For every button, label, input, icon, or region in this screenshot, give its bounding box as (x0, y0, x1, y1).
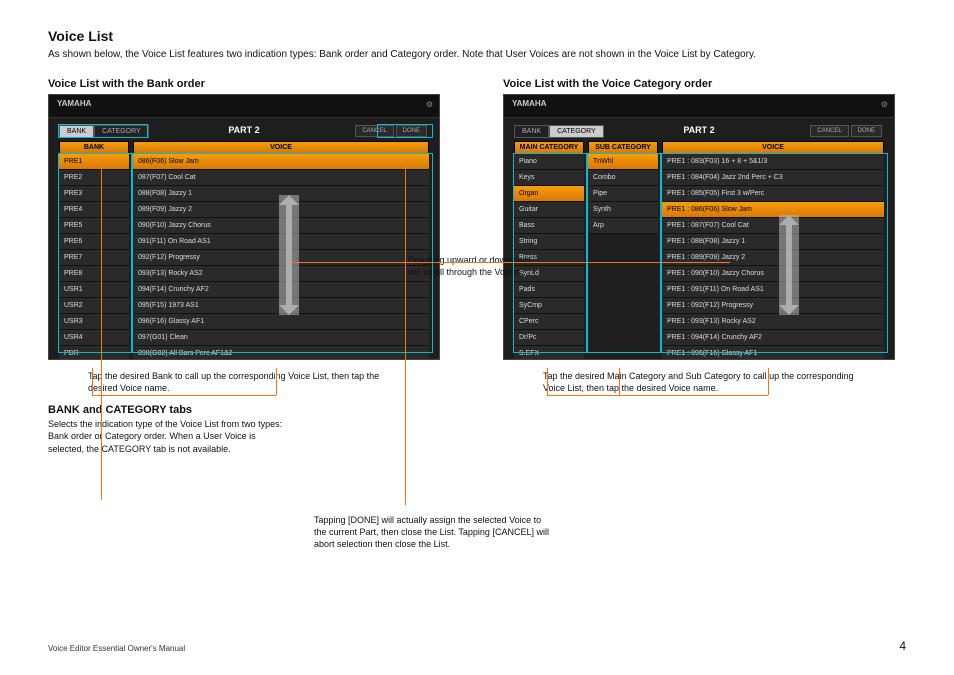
col-title-category: Voice List with the Voice Category order (503, 78, 906, 90)
screenshot-category: YAMAHA ⚙ PART 2 BANK CATEGORY CANCEL DON… (503, 94, 895, 360)
screenshot-bank: YAMAHA ⚙ PART 2 BANK CATEGORY CANCEL DON… (48, 94, 440, 360)
done-body: Tapping [DONE] will actually assign the … (314, 514, 554, 550)
voice-row[interactable]: PRE1 : 092(F12) Progressy (662, 298, 884, 314)
voice-row[interactable]: PRE1 : 096(F16) Glassy AF1 (662, 346, 884, 360)
cancel-button[interactable]: CANCEL (810, 125, 848, 137)
brand-label: YAMAHA (512, 99, 546, 108)
bank-row[interactable]: PRE2 (59, 170, 129, 186)
done-button[interactable]: DONE (396, 125, 427, 137)
intro-text: As shown below, the Voice List features … (48, 48, 906, 62)
bank-row[interactable]: PRE5 (59, 218, 129, 234)
gear-icon[interactable]: ⚙ (426, 100, 433, 109)
voice-row[interactable]: PRE1 : 090(F10) Jazzy Chorus (662, 266, 884, 282)
main-cat-header: MAIN CATEGORY (514, 141, 584, 154)
drag-arrow-icon (779, 215, 799, 315)
brand-label: YAMAHA (57, 99, 91, 108)
bank-row[interactable]: USR1 (59, 282, 129, 298)
bank-row[interactable]: PRE6 (59, 234, 129, 250)
done-button[interactable]: DONE (851, 125, 882, 137)
tap-bank-note: Tap the desired Bank to call up the corr… (88, 370, 388, 394)
sub-category-row[interactable]: Combo (588, 170, 658, 186)
bank-row[interactable]: PRE8 (59, 266, 129, 282)
bank-row[interactable]: PRE1 (59, 154, 129, 170)
main-category-row[interactable]: Dr/Pc (514, 330, 584, 346)
col-category-order: Voice List with the Voice Category order… (503, 78, 906, 455)
gear-icon[interactable]: ⚙ (881, 100, 888, 109)
bank-row[interactable]: PDR (59, 346, 129, 360)
tab-bank[interactable]: BANK (59, 125, 94, 138)
sub-category-row[interactable]: Synth (588, 202, 658, 218)
voice-row[interactable]: PRE1 : 094(F14) Crunchy AF2 (662, 330, 884, 346)
footer-text: Voice Editor Essential Owner's Manual (48, 644, 185, 653)
main-category-row[interactable]: Keys (514, 170, 584, 186)
main-category-row[interactable]: S.EFX (514, 346, 584, 360)
voice-row[interactable]: 096(F16) Glassy AF1 (133, 314, 429, 330)
sub-category-row[interactable]: TnWhl (588, 154, 658, 170)
voice-row[interactable]: PRE1 : 089(F09) Jazzy 2 (662, 250, 884, 266)
voice-row[interactable]: 098(G02) All Bars Perc AF1&2 (133, 346, 429, 360)
bank-header: BANK (59, 141, 129, 154)
tab-category[interactable]: CATEGORY (549, 125, 604, 138)
main-category-row[interactable]: CPerc (514, 314, 584, 330)
voice-row[interactable]: PRE1 : 087(F07) Cool Cat (662, 218, 884, 234)
sub-cat-header: SUB CATEGORY (588, 141, 658, 154)
drag-arrow-icon (279, 195, 299, 315)
main-category-row[interactable]: SyCmp (514, 298, 584, 314)
voice-row[interactable]: PRE1 : 091(F11) On Road AS1 (662, 282, 884, 298)
main-category-row[interactable]: Bass (514, 218, 584, 234)
voice-row[interactable]: PRE1 : 083(F03) 16 + 8 + 5&1/3 (662, 154, 884, 170)
voice-row[interactable]: PRE1 : 084(F04) Jazz 2nd Perc + C3 (662, 170, 884, 186)
page-title: Voice List (48, 28, 906, 44)
main-category-row[interactable]: Organ (514, 186, 584, 202)
voice-row[interactable]: 087(F07) Cool Cat (133, 170, 429, 186)
bank-row[interactable]: USR4 (59, 330, 129, 346)
col-title-bank: Voice List with the Bank order (48, 78, 451, 90)
col-bank-order: Voice List with the Bank order YAMAHA ⚙ … (48, 78, 451, 455)
main-category-row[interactable]: Pads (514, 282, 584, 298)
voice-header: VOICE (133, 141, 429, 154)
tap-category-note: Tap the desired Main Category and Sub Ca… (543, 370, 863, 394)
tabs-heading: BANK and CATEGORY tabs (48, 404, 451, 416)
voice-row[interactable]: PRE1 : 093(F13) Rocky AS2 (662, 314, 884, 330)
tab-category[interactable]: CATEGORY (94, 125, 149, 138)
main-category-row[interactable]: String (514, 234, 584, 250)
bank-row[interactable]: PRE3 (59, 186, 129, 202)
sub-category-row[interactable]: Arp (588, 218, 658, 234)
tabs-body: Selects the indication type of the Voice… (48, 418, 288, 454)
voice-header: VOICE (662, 141, 884, 154)
voice-row[interactable]: 086(F06) Slow Jam (133, 154, 429, 170)
sub-category-row[interactable]: Pipe (588, 186, 658, 202)
voice-row[interactable]: PRE1 : 086(F06) Slow Jam (662, 202, 884, 218)
bank-row[interactable]: USR3 (59, 314, 129, 330)
drag-note: Dragging upward or downward will scroll … (408, 254, 538, 278)
main-category-row[interactable]: Guitar (514, 202, 584, 218)
tabs: BANK CATEGORY (59, 125, 149, 138)
bank-row[interactable]: USR2 (59, 298, 129, 314)
page-number: 4 (899, 639, 906, 653)
main-category-row[interactable]: Piano (514, 154, 584, 170)
bank-row[interactable]: PRE4 (59, 202, 129, 218)
bank-row[interactable]: PRE7 (59, 250, 129, 266)
voice-row[interactable]: PRE1 : 088(F08) Jazzy 1 (662, 234, 884, 250)
voice-row[interactable]: PRE1 : 085(F05) First 3 w/Perc (662, 186, 884, 202)
voice-row[interactable]: 097(G01) Clean (133, 330, 429, 346)
tabs: BANK CATEGORY (514, 125, 604, 138)
cancel-button[interactable]: CANCEL (355, 125, 393, 137)
tab-bank[interactable]: BANK (514, 125, 549, 138)
